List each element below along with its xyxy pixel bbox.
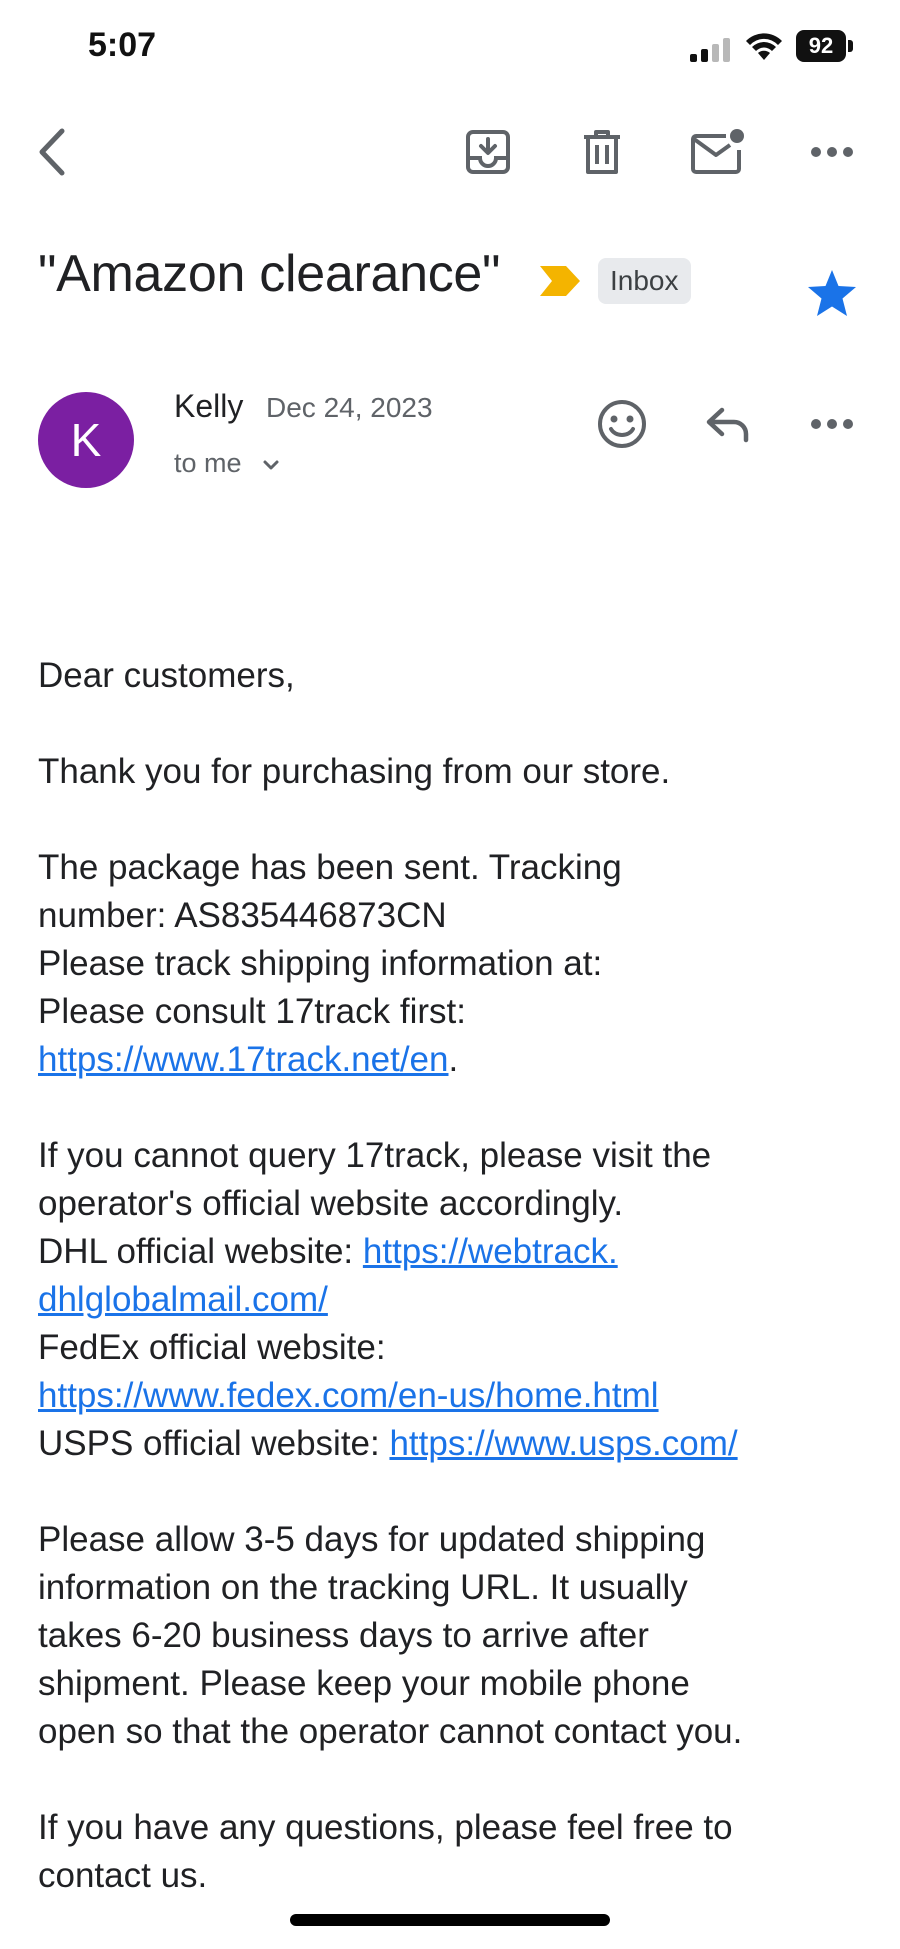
sender-name: Kelly (174, 388, 244, 424)
back-arrow-icon[interactable] (22, 120, 86, 184)
emoji-icon[interactable] (590, 392, 654, 456)
link-dhl[interactable]: https://webtrack. (363, 1232, 618, 1271)
greeting: Dear customers, (38, 656, 295, 695)
email-date: Dec 24, 2023 (266, 392, 433, 423)
delivery-paragraph: Please allow 3-5 days for updated shippi… (38, 1516, 868, 1756)
mark-unread-icon[interactable] (686, 120, 750, 184)
tracking-line: The package has been sent. Tracking (38, 848, 622, 887)
importance-marker-icon[interactable] (538, 264, 582, 298)
questions-line: contact us. (38, 1856, 208, 1895)
delivery-line: shipment. Please keep your mobile phone (38, 1664, 690, 1703)
status-time: 5:07 (88, 26, 157, 64)
inbox-label[interactable]: Inbox (598, 258, 691, 304)
link-17track[interactable]: https://www.17track.net/en (38, 1040, 448, 1079)
tracking-paragraph: The package has been sent. Tracking numb… (38, 844, 868, 1084)
operator-line: operator's official website accordingly. (38, 1184, 624, 1223)
usps-label: USPS official website: (38, 1424, 390, 1463)
questions-line: If you have any questions, please feel f… (38, 1808, 733, 1847)
link-line-17track: https://www.17track.net/en. (38, 1036, 868, 1084)
fedex-label: FedEx official website: (38, 1328, 386, 1367)
more-icon[interactable] (800, 120, 864, 184)
battery-icon: 92 (796, 30, 854, 62)
consult-line: Please consult 17track first: (38, 992, 466, 1031)
chevron-down-icon[interactable] (262, 458, 280, 472)
star-icon[interactable] (806, 268, 858, 318)
reply-icon[interactable] (696, 392, 760, 456)
avatar[interactable]: K (38, 392, 134, 488)
dhl-label: DHL official website: (38, 1232, 363, 1271)
link-usps[interactable]: https://www.usps.com/ (389, 1424, 737, 1463)
link-fedex[interactable]: https://www.fedex.com/en-us/home.html (38, 1376, 659, 1415)
delivery-line: takes 6-20 business days to arrive after (38, 1616, 649, 1655)
archive-icon[interactable] (456, 120, 520, 184)
home-indicator[interactable] (290, 1914, 610, 1926)
email-subject: "Amazon clearance" (38, 245, 501, 303)
delivery-line: Please allow 3-5 days for updated shippi… (38, 1520, 706, 1559)
recipient-details[interactable]: to me (174, 448, 242, 479)
more-options-icon[interactable] (800, 392, 864, 456)
questions-paragraph: If you have any questions, please feel f… (38, 1804, 868, 1900)
wifi-icon (746, 33, 782, 60)
fedex-line: https://www.fedex.com/en-us/home.html (38, 1372, 868, 1420)
cellular-signal-icon (690, 38, 730, 62)
trash-icon[interactable] (570, 120, 634, 184)
battery-level: 92 (796, 30, 846, 62)
carrier-paragraph: If you cannot query 17track, please visi… (38, 1132, 868, 1468)
query-line: If you cannot query 17track, please visi… (38, 1136, 712, 1175)
tracking-number: number: AS835446873CN (38, 896, 447, 935)
email-body: Dear customers, Thank you for purchasing… (38, 652, 868, 1948)
tracking-info-line: Please track shipping information at: (38, 944, 603, 983)
link-dhl-continued[interactable]: dhlglobalmail.com/ (38, 1280, 328, 1319)
thanks-line: Thank you for purchasing from our store. (38, 752, 671, 791)
dhl-line: DHL official website: https://webtrack. (38, 1228, 868, 1276)
usps-line: USPS official website: https://www.usps.… (38, 1420, 868, 1468)
dhl-line-continued: dhlglobalmail.com/ (38, 1276, 868, 1324)
period: . (448, 1040, 459, 1079)
email-toolbar (0, 120, 900, 200)
delivery-line: information on the tracking URL. It usua… (38, 1568, 688, 1607)
status-bar: 5:07 92 (0, 0, 900, 100)
delivery-line: open so that the operator cannot contact… (38, 1712, 743, 1751)
